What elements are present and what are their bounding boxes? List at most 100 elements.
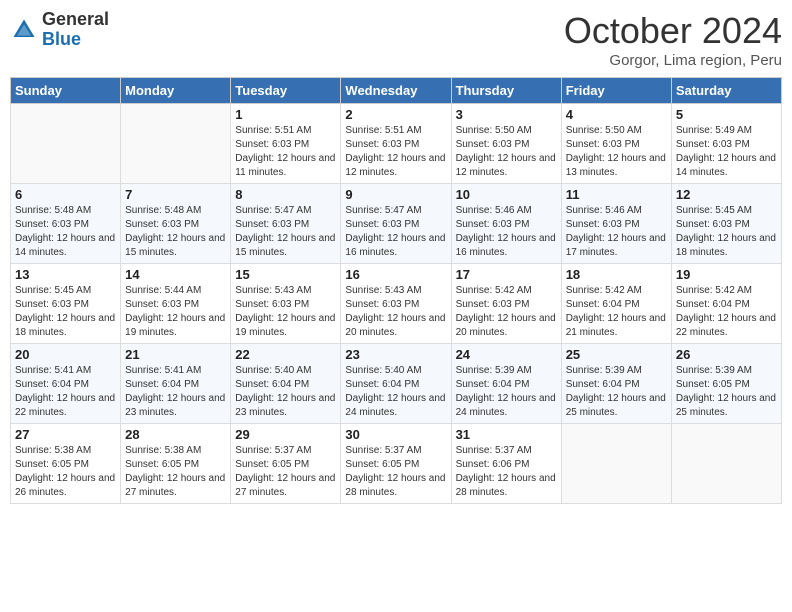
calendar-cell: 29Sunrise: 5:37 AM Sunset: 6:05 PM Dayli… (231, 424, 341, 504)
day-info: Sunrise: 5:46 AM Sunset: 6:03 PM Dayligh… (456, 204, 557, 260)
day-number: 9 (345, 187, 446, 202)
day-number: 26 (676, 347, 777, 362)
weekday-header-saturday: Saturday (671, 78, 781, 104)
calendar-cell: 24 Sunrise: 5:39 AM Sunset: 6:04 PM Dayli… (451, 344, 561, 424)
calendar-cell: 14 Sunrise: 5:44 AM Sunset: 6:03 PM Dayli… (121, 264, 231, 344)
day-number: 31 (456, 427, 557, 442)
day-number: 1 (235, 107, 336, 122)
calendar-cell: 12 Sunrise: 5:45 AM Sunset: 6:03 PM Dayli… (671, 184, 781, 264)
calendar-cell: 20Sunrise: 5:41 AM Sunset: 6:04 PM Dayli… (11, 344, 121, 424)
day-info: Sunrise: 5:45 AM Sunset: 6:03 PM Dayligh… (676, 204, 777, 260)
day-number: 13 (15, 267, 116, 282)
day-info: Sunrise: 5:45 AM Sunset: 6:03 PM Dayligh… (15, 284, 116, 340)
calendar-cell: 22 Sunrise: 5:40 AM Sunset: 6:04 PM Dayli… (231, 344, 341, 424)
day-number: 27 (15, 427, 116, 442)
calendar-cell: 6 Sunrise: 5:48 AM Sunset: 6:03 PM Daylig… (11, 184, 121, 264)
weekday-header-monday: Monday (121, 78, 231, 104)
week-row-1: 1 Sunrise: 5:51 AM Sunset: 6:03 PM Daylig… (11, 104, 782, 184)
calendar-cell: 13 Sunrise: 5:45 AM Sunset: 6:03 PM Dayli… (11, 264, 121, 344)
day-info: Sunrise: 5:38 AM Sunset: 6:05 PM Dayligh… (15, 444, 116, 500)
weekday-header-sunday: Sunday (11, 78, 121, 104)
weekday-header-wednesday: Wednesday (341, 78, 451, 104)
day-info: Sunrise: 5:37 AM Sunset: 6:06 PM Dayligh… (456, 444, 557, 500)
day-info: Sunrise: 5:43 AM Sunset: 6:03 PM Dayligh… (345, 284, 446, 340)
day-number: 25 (566, 347, 667, 362)
day-number: 8 (235, 187, 336, 202)
week-row-3: 13 Sunrise: 5:45 AM Sunset: 6:03 PM Dayli… (11, 264, 782, 344)
day-number: 2 (345, 107, 446, 122)
calendar-cell: 31 Sunrise: 5:37 AM Sunset: 6:06 PM Dayli… (451, 424, 561, 504)
calendar-cell: 17 Sunrise: 5:42 AM Sunset: 6:03 PM Dayli… (451, 264, 561, 344)
day-info: Sunrise: 5:37 AM Sunset: 6:05 PM Dayligh… (345, 444, 446, 500)
day-number: 12 (676, 187, 777, 202)
day-info: Sunrise: 5:42 AM Sunset: 6:03 PM Dayligh… (456, 284, 557, 340)
day-info: Sunrise: 5:39 AM Sunset: 6:05 PM Dayligh… (676, 364, 777, 420)
day-number: 28 (125, 427, 226, 442)
day-info: Sunrise: 5:44 AM Sunset: 6:03 PM Dayligh… (125, 284, 226, 340)
day-number: 11 (566, 187, 667, 202)
day-number: 30 (345, 427, 446, 442)
day-info: Sunrise: 5:40 AM Sunset: 6:04 PM Dayligh… (235, 364, 336, 420)
calendar-cell: 11 Sunrise: 5:46 AM Sunset: 6:03 PM Dayli… (561, 184, 671, 264)
day-info: Sunrise: 5:43 AM Sunset: 6:03 PM Dayligh… (235, 284, 336, 340)
day-info: Sunrise: 5:41 AM Sunset: 6:04 PM Dayligh… (125, 364, 226, 420)
day-info: Sunrise: 5:39 AM Sunset: 6:04 PM Dayligh… (566, 364, 667, 420)
day-info: Sunrise: 5:49 AM Sunset: 6:03 PM Dayligh… (676, 124, 777, 180)
calendar-cell: 2Sunrise: 5:51 AM Sunset: 6:03 PM Daylig… (341, 104, 451, 184)
day-info: Sunrise: 5:42 AM Sunset: 6:04 PM Dayligh… (566, 284, 667, 340)
day-number: 23 (345, 347, 446, 362)
calendar-cell: 5 Sunrise: 5:49 AM Sunset: 6:03 PM Daylig… (671, 104, 781, 184)
day-info: Sunrise: 5:48 AM Sunset: 6:03 PM Dayligh… (15, 204, 116, 260)
day-info: Sunrise: 5:42 AM Sunset: 6:04 PM Dayligh… (676, 284, 777, 340)
day-number: 18 (566, 267, 667, 282)
day-info: Sunrise: 5:39 AM Sunset: 6:04 PM Dayligh… (456, 364, 557, 420)
weekday-header-row: SundayMondayTuesdayWednesdayThursdayFrid… (11, 78, 782, 104)
calendar-cell: 10 Sunrise: 5:46 AM Sunset: 6:03 PM Dayli… (451, 184, 561, 264)
week-row-5: 27 Sunrise: 5:38 AM Sunset: 6:05 PM Dayli… (11, 424, 782, 504)
day-info: Sunrise: 5:50 AM Sunset: 6:03 PM Dayligh… (566, 124, 667, 180)
logo-icon (10, 16, 38, 44)
logo-blue: Blue (42, 29, 81, 49)
month-title: October 2024 (564, 10, 782, 52)
calendar-cell: 9 Sunrise: 5:47 AM Sunset: 6:03 PM Daylig… (341, 184, 451, 264)
calendar-cell: 19 Sunrise: 5:42 AM Sunset: 6:04 PM Dayli… (671, 264, 781, 344)
day-number: 19 (676, 267, 777, 282)
day-number: 6 (15, 187, 116, 202)
calendar-cell: 25 Sunrise: 5:39 AM Sunset: 6:04 PM Dayli… (561, 344, 671, 424)
calendar-cell: 26 Sunrise: 5:39 AM Sunset: 6:05 PM Dayli… (671, 344, 781, 424)
weekday-header-friday: Friday (561, 78, 671, 104)
day-number: 16 (345, 267, 446, 282)
day-info: Sunrise: 5:38 AM Sunset: 6:05 PM Dayligh… (125, 444, 226, 500)
logo-general: General (42, 9, 109, 29)
day-number: 22 (235, 347, 336, 362)
week-row-4: 20 Sunrise: 5:41 AM Sunset: 6:04 PM Dayli… (11, 344, 782, 424)
day-number: 17 (456, 267, 557, 282)
day-number: 4 (566, 107, 667, 122)
day-number: 29 (235, 427, 336, 442)
calendar-cell: 7Sunrise: 5:48 AM Sunset: 6:03 PM Daylig… (121, 184, 231, 264)
title-block: October 2024 Gorgor, Lima region, Peru (564, 10, 782, 69)
day-info: Sunrise: 5:47 AM Sunset: 6:03 PM Dayligh… (345, 204, 446, 260)
calendar-cell: 15Sunrise: 5:43 AM Sunset: 6:03 PM Dayli… (231, 264, 341, 344)
day-info: Sunrise: 5:51 AM Sunset: 6:03 PM Dayligh… (235, 124, 336, 180)
calendar-cell: 16 Sunrise: 5:43 AM Sunset: 6:03 PM Dayli… (341, 264, 451, 344)
day-info: Sunrise: 5:46 AM Sunset: 6:03 PM Dayligh… (566, 204, 667, 260)
day-info: Sunrise: 5:50 AM Sunset: 6:03 PM Dayligh… (456, 124, 557, 180)
day-number: 3 (456, 107, 557, 122)
day-number: 14 (125, 267, 226, 282)
day-number: 10 (456, 187, 557, 202)
week-row-2: 6 Sunrise: 5:48 AM Sunset: 6:03 PM Daylig… (11, 184, 782, 264)
calendar-cell: 21 Sunrise: 5:41 AM Sunset: 6:04 PM Dayli… (121, 344, 231, 424)
day-number: 24 (456, 347, 557, 362)
calendar-cell: 30 Sunrise: 5:37 AM Sunset: 6:05 PM Dayli… (341, 424, 451, 504)
day-number: 7 (125, 187, 226, 202)
day-number: 21 (125, 347, 226, 362)
calendar-cell: 23Sunrise: 5:40 AM Sunset: 6:04 PM Dayli… (341, 344, 451, 424)
weekday-header-tuesday: Tuesday (231, 78, 341, 104)
calendar-cell: 1 Sunrise: 5:51 AM Sunset: 6:03 PM Daylig… (231, 104, 341, 184)
calendar-cell (561, 424, 671, 504)
day-number: 20 (15, 347, 116, 362)
day-info: Sunrise: 5:47 AM Sunset: 6:03 PM Dayligh… (235, 204, 336, 260)
calendar-cell: 18 Sunrise: 5:42 AM Sunset: 6:04 PM Dayli… (561, 264, 671, 344)
day-number: 5 (676, 107, 777, 122)
